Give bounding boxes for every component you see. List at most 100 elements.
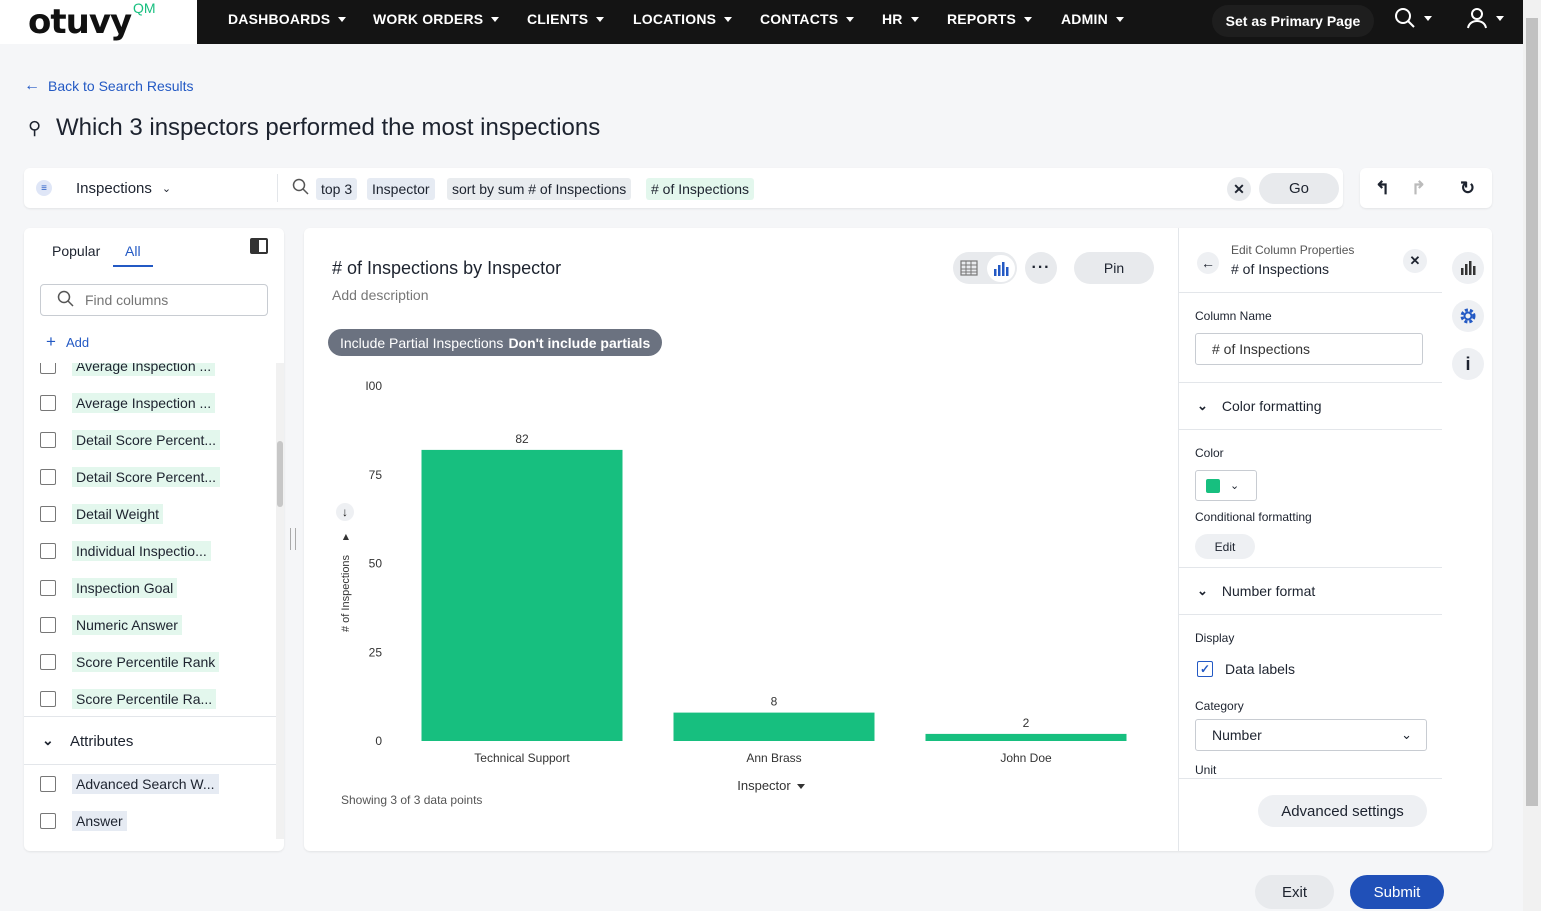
checkbox[interactable] [40,363,56,374]
nav-locations[interactable]: LOCATIONS [633,11,733,27]
nav-reports[interactable]: REPORTS [947,11,1033,27]
conditional-formatting-edit-button[interactable]: Edit [1195,534,1255,559]
advanced-settings-button[interactable]: Advanced settings [1258,795,1427,827]
logo[interactable]: otuvy QM [0,0,197,44]
more-options-icon[interactable]: ··· [1025,252,1057,284]
chart-description[interactable]: Add description [332,287,429,303]
y-axis-title[interactable]: # of Inspections [340,554,352,632]
list-item[interactable]: Detail Weight [40,503,164,525]
caret-down-icon [724,16,733,22]
pin-button[interactable]: Pin [1074,252,1154,284]
chevron-down-icon[interactable]: ⌄ [42,732,54,749]
close-panel-button[interactable]: ✕ [1403,249,1427,273]
bar[interactable] [421,449,623,741]
data-source-select[interactable]: Inspections ⌄ [76,180,171,197]
data-labels-toggle[interactable]: ✓ Data labels [1197,661,1295,677]
submit-button[interactable]: Submit [1350,875,1444,909]
chevron-down-icon: ⌄ [1197,398,1208,413]
list-item[interactable]: Average Inspection ... [40,363,216,377]
list-item[interactable]: Numeric Answer [40,614,182,636]
checkbox[interactable] [40,543,56,559]
column-chip: Numeric Answer [72,615,182,635]
column-list-scrollbar-thumb[interactable] [277,441,283,507]
column-chip: Detail Weight [72,504,164,524]
search-token[interactable]: sort by sum # of Inspections [447,178,632,200]
bar[interactable] [925,733,1127,741]
section-title: Color formatting [1221,398,1322,414]
edit-title-icon[interactable]: ⚲ [28,118,41,139]
search-token[interactable]: Inspector [367,178,435,200]
nav-dashboards[interactable]: DASHBOARDS [228,11,347,27]
sort-arrow-icon[interactable]: ↓ [336,503,354,521]
chart-settings-rail-button[interactable] [1452,252,1484,284]
checkbox[interactable] [40,506,56,522]
checkbox[interactable] [40,776,56,792]
info-rail-button[interactable]: i [1452,348,1484,380]
checkbox[interactable] [40,691,56,707]
divider [277,174,278,202]
column-chip: Advanced Search W... [72,774,219,794]
chart-view-icon[interactable] [987,255,1015,282]
bar[interactable] [673,712,875,741]
checkbox[interactable] [40,580,56,596]
arrow-left-icon: ← [24,77,40,94]
global-search-button[interactable] [1394,7,1432,29]
set-primary-page-button[interactable]: Set as Primary Page [1212,5,1374,37]
checkbox[interactable] [40,432,56,448]
go-button[interactable]: Go [1259,173,1339,204]
chevron-down-icon: ⌄ [1197,583,1208,598]
color-picker[interactable]: ⌄ [1195,470,1257,501]
caret-down-icon [1496,15,1504,21]
column-list-scrollbar[interactable] [276,363,284,839]
list-item[interactable]: Inspection Goal [40,577,178,599]
list-item[interactable]: Detail Score Percent... [40,429,221,451]
column-settings-rail-button[interactable] [1452,300,1484,332]
color-formatting-section[interactable]: ⌄ Color formatting [1197,398,1322,414]
list-item[interactable]: Average Inspection ... [40,392,216,414]
back-to-search-link[interactable]: ← Back to Search Results [24,77,194,95]
nav-hr[interactable]: HR [882,11,919,27]
search-token[interactable]: # of Inspections [646,178,755,200]
checkbox[interactable] [40,813,56,829]
tab-popular[interactable]: Popular [52,243,100,259]
tab-all[interactable]: All [125,243,141,259]
checkbox[interactable] [40,469,56,485]
nav-clients[interactable]: CLIENTS [527,11,605,27]
number-format-section[interactable]: ⌄ Number format [1197,583,1315,599]
list-item[interactable]: Score Percentile Rank [40,651,220,673]
logo-suffix: QM [133,0,156,16]
chart-title: # of Inspections by Inspector [332,258,562,278]
filter-chip[interactable]: Include Partial Inspections Don't includ… [328,329,663,356]
clear-search-button[interactable]: ✕ [1227,177,1251,201]
list-item[interactable]: Answer [40,810,127,832]
nav-work-orders[interactable]: WORK ORDERS [373,11,500,27]
redo-icon[interactable]: ↱ [1411,178,1426,199]
list-item[interactable]: Advanced Search W... [40,773,219,795]
column-name-input[interactable] [1195,333,1423,365]
user-menu-button[interactable] [1466,7,1504,29]
add-column-link[interactable]: + Add [46,332,89,352]
category-select[interactable]: Number ⌄ [1195,719,1427,751]
attributes-section-header[interactable]: Attributes [70,733,133,750]
checkbox[interactable] [40,617,56,633]
list-item[interactable]: Score Percentile Ra... [40,688,217,710]
data-label: 2 [1023,716,1030,730]
nav-admin[interactable]: ADMIN [1061,11,1124,27]
exit-button[interactable]: Exit [1255,875,1334,909]
list-item[interactable]: Detail Score Percent... [40,466,221,488]
checkbox[interactable] [40,654,56,670]
reset-icon[interactable]: ↻ [1460,178,1475,199]
checkbox[interactable] [40,395,56,411]
list-item[interactable]: Individual Inspectio... [40,540,211,562]
checkbox-checked-icon[interactable]: ✓ [1197,661,1213,677]
nav-label: HR [882,11,903,27]
chevron-down-icon: ⌄ [161,183,172,195]
undo-icon[interactable]: ↰ [1375,178,1390,199]
page-scrollbar-thumb[interactable] [1526,18,1538,806]
table-view-icon[interactable] [959,258,979,278]
back-button[interactable]: ← [1197,252,1219,274]
panel-resize-handle[interactable] [290,528,296,550]
search-token[interactable]: top 3 [316,178,358,200]
x-axis-title[interactable]: Inspector [737,778,791,793]
nav-contacts[interactable]: CONTACTS [760,11,855,27]
